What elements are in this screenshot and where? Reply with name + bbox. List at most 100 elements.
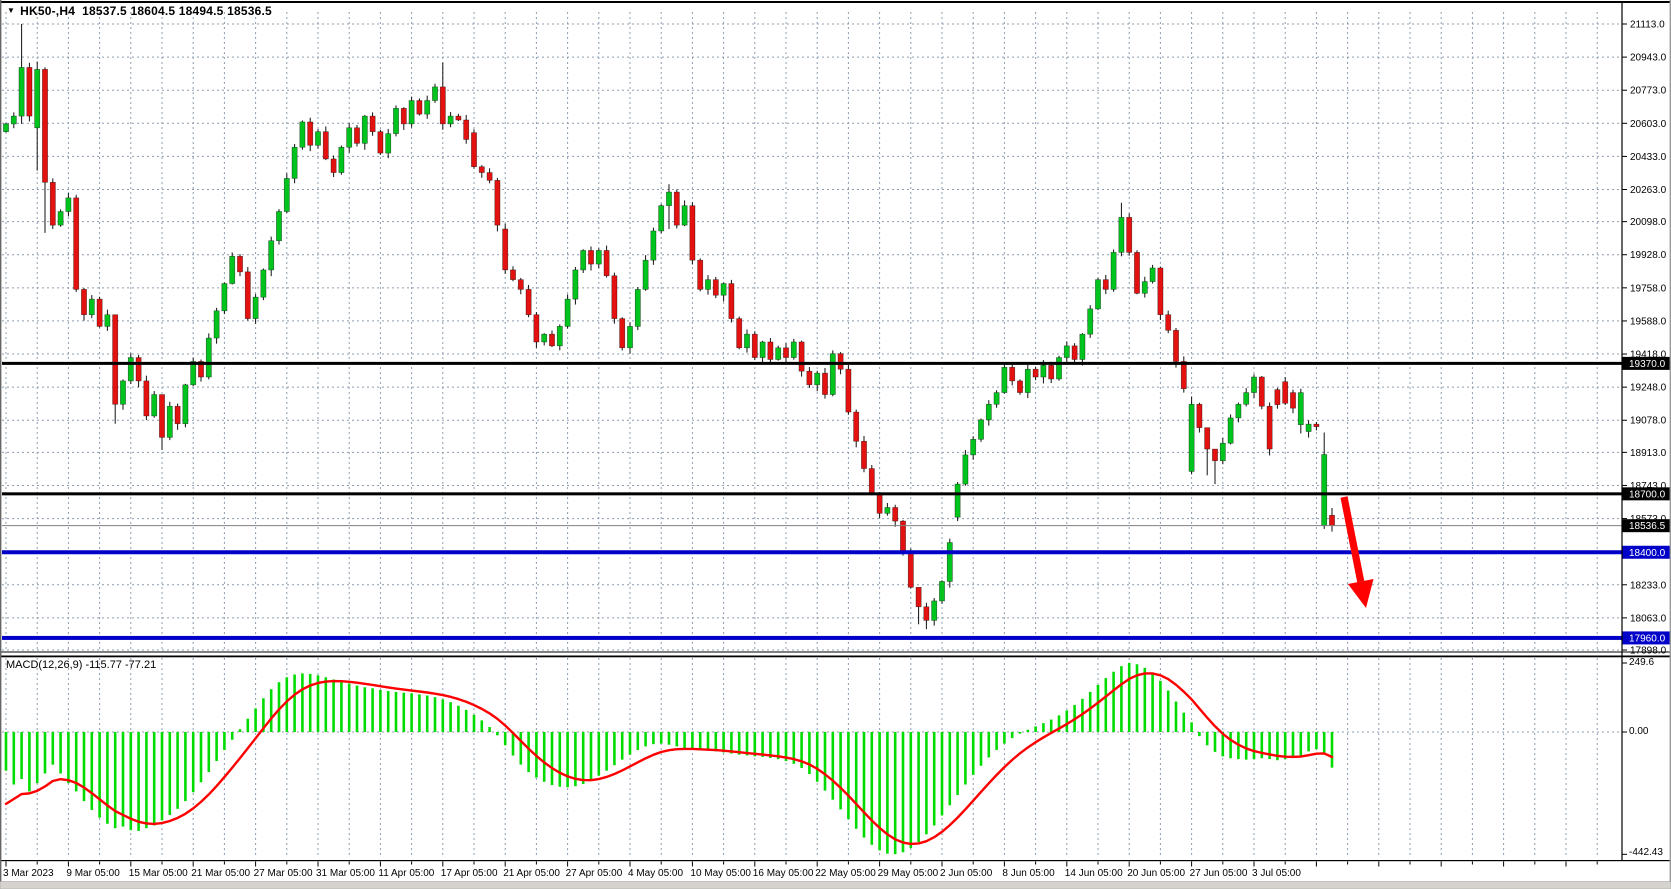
price-axis-label: 19928.0 [1630, 250, 1667, 261]
candle-bullish [1322, 455, 1327, 526]
candle-bearish [440, 87, 445, 124]
macd-histogram-bar [925, 732, 928, 834]
candle-bullish [776, 348, 781, 360]
macd-histogram-bar [1097, 685, 1100, 732]
macd-histogram-bar [286, 677, 289, 732]
macd-histogram-bar [598, 732, 601, 776]
resistance-line[interactable] [2, 492, 1622, 495]
candle-bearish [893, 507, 898, 521]
candle-bearish [323, 132, 328, 159]
macd-histogram-bar [871, 732, 874, 845]
time-axis-label: 2 Jun 05:00 [940, 868, 993, 879]
macd-histogram-bar [1050, 720, 1053, 732]
candle-bullish [1236, 404, 1241, 418]
candle-bearish [144, 381, 149, 416]
candle-bullish [573, 270, 578, 299]
candle-bullish [1088, 309, 1093, 334]
macd-histogram-bar [1300, 732, 1303, 755]
candle-bullish [1228, 418, 1233, 443]
candle-bullish [269, 241, 274, 270]
macd-histogram-bar [1229, 732, 1232, 758]
macd-histogram-bar [67, 732, 70, 783]
time-axis-label: 16 May 05:00 [753, 868, 814, 879]
macd-histogram-bar [106, 732, 109, 824]
time-axis-label: 20 Jun 05:00 [1127, 868, 1185, 879]
support-line[interactable] [2, 636, 1622, 640]
time-axis-label: 29 May 05:00 [878, 868, 939, 879]
macd-histogram-bar [637, 732, 640, 750]
candle-bearish [74, 198, 79, 290]
macd-histogram-bar [933, 732, 936, 825]
macd-histogram-bar [917, 732, 920, 842]
macd-histogram-bar [652, 732, 655, 744]
candle-bearish [799, 342, 804, 371]
macd-histogram-bar [301, 673, 304, 732]
macd-histogram-bar [325, 677, 328, 732]
candle-bullish [409, 101, 414, 124]
support-line[interactable] [2, 550, 1622, 554]
support-line-badge-label: 18400.0 [1629, 548, 1666, 559]
candle-bearish [510, 270, 515, 280]
macd-histogram-bar [559, 732, 562, 787]
candle-bullish [1150, 268, 1155, 282]
candle-bearish [136, 358, 141, 381]
macd-histogram-bar [340, 682, 343, 732]
macd-histogram-bar [457, 706, 460, 732]
macd-histogram-bar [1066, 710, 1069, 732]
macd-histogram-bar [980, 732, 983, 766]
macd-histogram-bar [1003, 732, 1006, 744]
macd-histogram-bar [348, 684, 351, 732]
resistance-line[interactable] [2, 362, 1622, 365]
support-line-badge-label: 17960.0 [1629, 633, 1666, 644]
price-axis-label: 20433.0 [1630, 152, 1667, 163]
candle-bullish [1056, 358, 1061, 379]
macd-histogram-bar [270, 689, 273, 732]
macd-histogram-bar [972, 732, 975, 775]
candle-bearish [1267, 406, 1272, 449]
candle-bearish [1103, 280, 1108, 290]
candle-bullish [1119, 217, 1124, 252]
candle-bullish [393, 108, 398, 133]
candle-bearish [27, 67, 32, 116]
candle-bullish [643, 260, 648, 289]
candle-bullish [448, 116, 453, 124]
macd-histogram-bar [1019, 732, 1022, 734]
time-axis-label: 14 Jun 05:00 [1065, 868, 1123, 879]
candle-bearish [97, 299, 102, 326]
macd-histogram-bar [527, 732, 530, 772]
candle-bullish [978, 420, 983, 439]
macd-histogram-bar [36, 732, 39, 783]
candle-bearish [1173, 330, 1178, 361]
candle-bullish [1306, 424, 1311, 431]
price-chart-canvas[interactable]: 21113.020943.020773.020603.020433.020263… [0, 0, 1671, 889]
macd-histogram-bar [231, 732, 234, 740]
macd-histogram-bar [824, 732, 827, 791]
candle-bullish [1298, 393, 1303, 425]
candle-bearish [534, 315, 539, 342]
candle-bearish [1259, 377, 1264, 406]
candle-bearish [42, 69, 47, 182]
time-axis-label: 27 Mar 05:00 [254, 868, 313, 879]
candle-bearish [503, 229, 508, 270]
macd-histogram-bar [520, 732, 523, 765]
macd-histogram-bar [1261, 732, 1264, 758]
macd-histogram-bar [1011, 732, 1014, 738]
macd-histogram-bar [418, 694, 421, 732]
price-axis-label: 20943.0 [1630, 53, 1667, 64]
candle-bullish [347, 128, 352, 147]
macd-histogram-bar [1034, 726, 1037, 732]
macd-histogram-bar [613, 732, 616, 765]
macd-histogram-bar [161, 732, 164, 820]
macd-histogram-bar [1042, 723, 1045, 732]
macd-histogram-bar [293, 675, 296, 733]
price-axis-label: 19248.0 [1630, 383, 1667, 394]
candle-bearish [1205, 428, 1210, 449]
macd-histogram-bar [1307, 732, 1310, 751]
macd-histogram-bar [629, 732, 632, 755]
macd-histogram-bar [668, 732, 671, 745]
macd-histogram-bar [1292, 732, 1295, 757]
macd-histogram-bar [1120, 666, 1123, 732]
macd-histogram-bar [28, 732, 31, 791]
candle-bearish [698, 260, 703, 289]
macd-histogram-bar [1089, 692, 1092, 732]
